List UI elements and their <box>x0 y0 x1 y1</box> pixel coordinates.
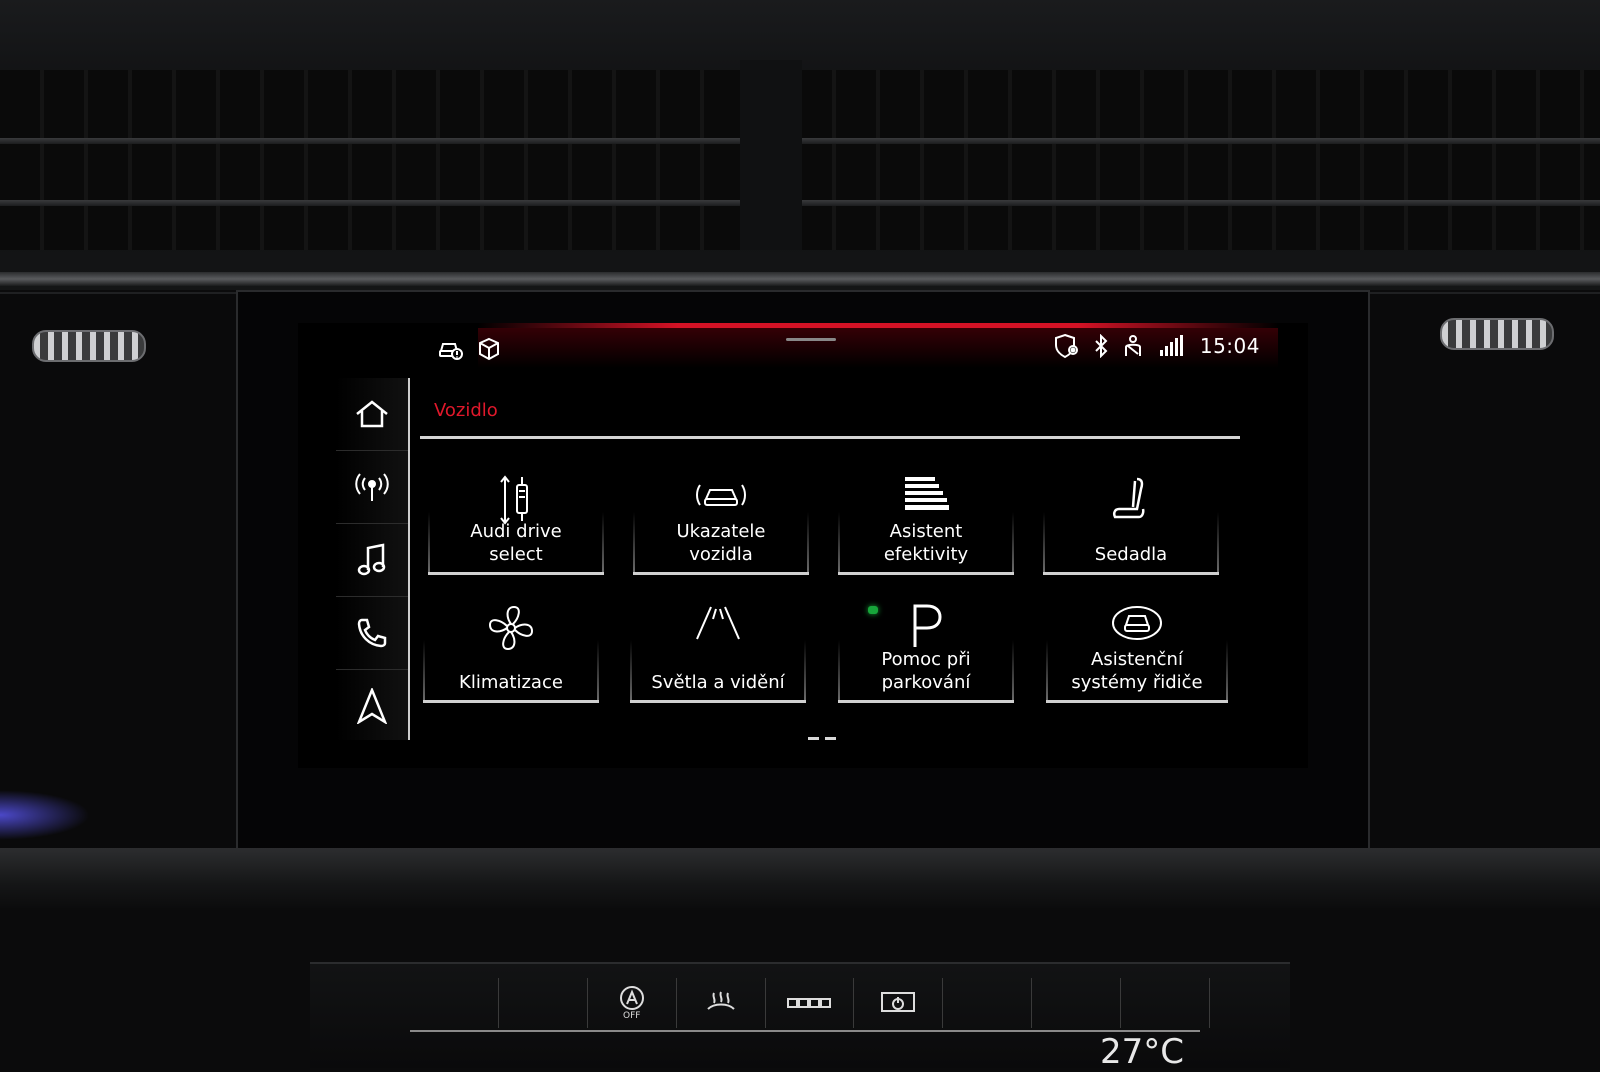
efficiency-icon <box>903 475 949 519</box>
tile-efficiency-assistant[interactable]: Asistent efektivity <box>838 465 1014 575</box>
page-indicator[interactable] <box>808 737 836 740</box>
fan-icon <box>486 603 536 657</box>
lower-trim <box>0 848 1600 908</box>
home-icon <box>355 399 389 429</box>
rear-defrost-button[interactable] <box>766 978 855 1028</box>
right-vent-knob[interactable] <box>1440 318 1554 350</box>
climate-cell <box>499 978 588 1028</box>
tile-label: Světla a vidění <box>651 672 785 693</box>
left-vent-knob[interactable] <box>32 330 146 362</box>
pull-down-handle[interactable] <box>786 338 836 341</box>
road-lights-icon <box>693 603 743 647</box>
parking-icon <box>909 603 943 653</box>
climate-divider <box>410 1030 1200 1032</box>
status-accent-bar <box>478 323 1278 328</box>
navigation-arrow-icon <box>357 688 387 724</box>
climate-control-panel: OFF 27°C <box>310 962 1290 1072</box>
tile-parking-aid[interactable]: Pomoc při parkování <box>838 593 1014 703</box>
nav-home[interactable] <box>336 378 408 451</box>
package-box-icon[interactable] <box>478 337 500 361</box>
right-side-panel <box>1340 292 1600 856</box>
climate-buttons: OFF <box>410 978 1211 1028</box>
tile-label: Asistenční systémy řidiče <box>1071 649 1203 693</box>
driver-assist-icon <box>1110 603 1164 647</box>
tile-lights-visibility[interactable]: Světla a vidění <box>630 593 806 703</box>
car-status-icon <box>694 475 748 519</box>
vehicle-menu-grid: Audi drive select Ukazatele vozidla Asis… <box>423 465 1233 708</box>
chrome-trim <box>0 272 1600 286</box>
display-power-button[interactable] <box>854 978 944 1028</box>
lte-signal-icon[interactable] <box>1158 334 1186 358</box>
climate-cell <box>410 978 499 1028</box>
tile-climate[interactable]: Klimatizace <box>423 593 599 703</box>
radio-antenna-icon <box>355 470 389 504</box>
power-icon <box>878 989 918 1017</box>
nav-phone[interactable] <box>336 597 408 670</box>
nav-media[interactable] <box>336 524 408 597</box>
rear-defrost-icon <box>786 996 834 1010</box>
music-note-icon <box>357 543 387 577</box>
page-title: Vozidlo <box>434 400 498 421</box>
parking-status-indicator <box>868 606 878 614</box>
auto-off-label: OFF <box>623 1011 641 1021</box>
tile-seats[interactable]: Sedadla <box>1043 465 1219 575</box>
side-navigation <box>336 378 410 740</box>
seatbelt-person-icon[interactable] <box>1122 334 1144 358</box>
infotainment-screen: 15:04 Vozidlo Audi drive select Ukazatel… <box>298 323 1308 768</box>
tile-vehicle-indicators[interactable]: Ukazatele vozidla <box>633 465 809 575</box>
status-icons-left <box>438 337 500 361</box>
nav-navigation[interactable] <box>336 670 408 742</box>
tile-label: Ukazatele vozidla <box>676 521 766 565</box>
climate-cell <box>1032 978 1122 1028</box>
heated-windshield-button[interactable] <box>677 978 766 1028</box>
phone-icon <box>356 617 388 649</box>
page-dot <box>825 737 836 740</box>
nav-radio[interactable] <box>336 451 408 524</box>
climate-cell <box>943 978 1033 1028</box>
suspension-icon <box>498 475 534 529</box>
auto-off-icon: OFF <box>618 985 646 1021</box>
tile-label: Asistent efektivity <box>883 521 969 565</box>
ambient-light <box>0 790 90 840</box>
left-side-panel <box>0 292 260 856</box>
tile-audi-drive-select[interactable]: Audi drive select <box>428 465 604 575</box>
tile-label: Sedadla <box>1094 544 1168 565</box>
status-icons-right: 15:04 <box>1054 333 1260 359</box>
heated-windshield-icon <box>704 989 738 1017</box>
bluetooth-icon[interactable] <box>1094 334 1108 358</box>
vent-divider <box>740 60 802 250</box>
shield-location-icon[interactable] <box>1054 333 1080 359</box>
page-dot <box>808 737 819 740</box>
climate-cell <box>1121 978 1211 1028</box>
tile-label: Pomoc při parkování <box>881 649 971 693</box>
tile-label: Klimatizace <box>459 672 563 693</box>
car-service-icon[interactable] <box>438 337 464 361</box>
temperature-readout: 27°C <box>1100 1032 1185 1072</box>
clock: 15:04 <box>1199 334 1260 358</box>
tile-driver-assist[interactable]: Asistenční systémy řidiče <box>1046 593 1228 703</box>
seat-icon <box>1109 475 1153 529</box>
title-underline <box>420 436 1240 439</box>
auto-off-button[interactable]: OFF <box>588 978 677 1028</box>
